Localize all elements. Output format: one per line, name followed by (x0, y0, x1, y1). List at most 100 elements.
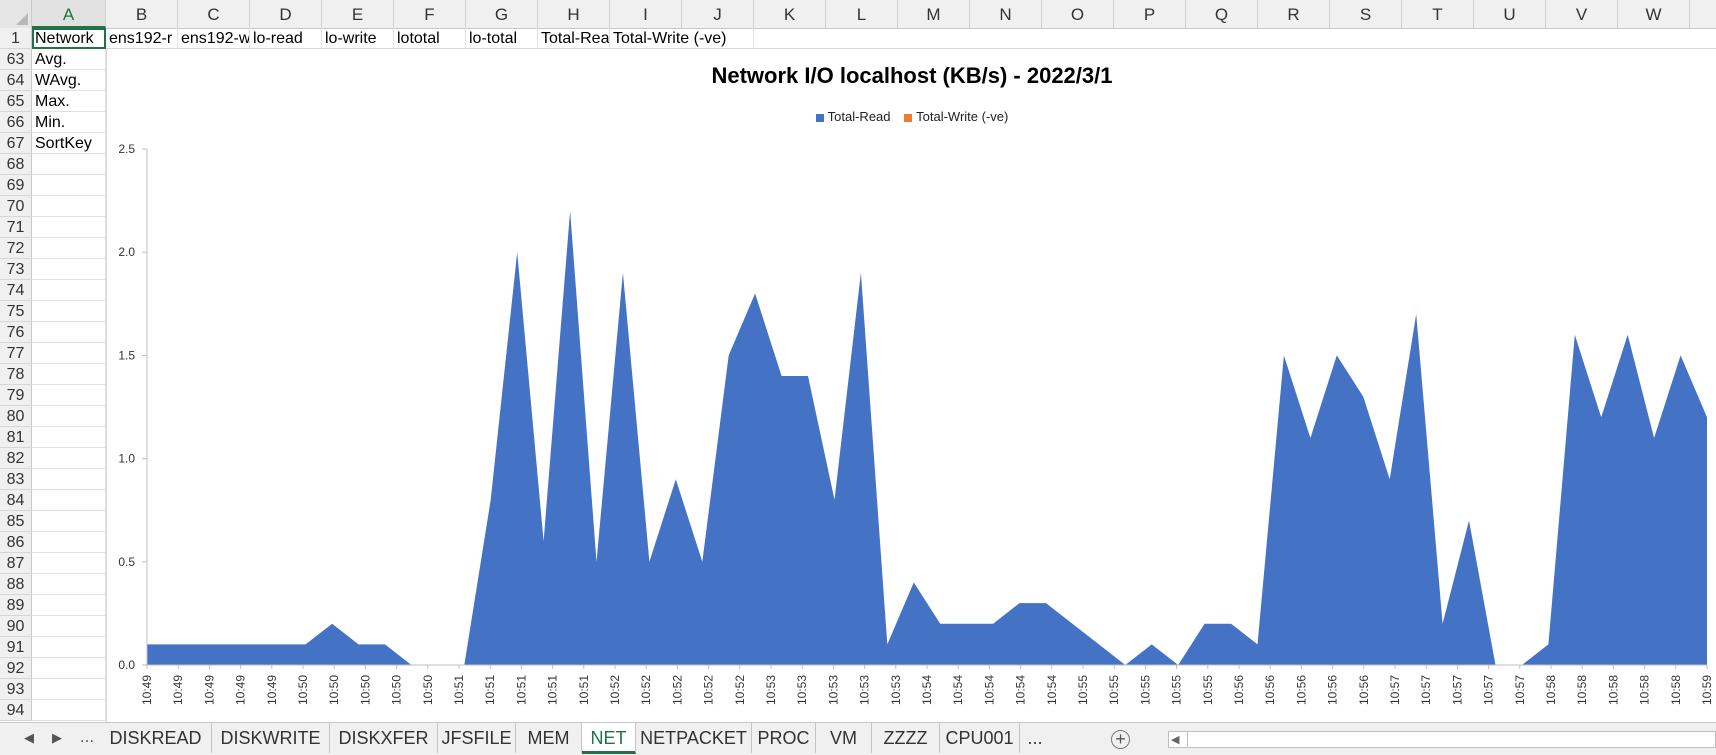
sheet-tab-cpu001[interactable]: CPU001 (940, 723, 1020, 753)
cell-a68[interactable] (32, 154, 106, 175)
cell-i1[interactable]: Total-Write (-ve) (610, 28, 754, 49)
cell-a86[interactable] (32, 532, 106, 553)
row-header-88[interactable]: 88 (0, 574, 32, 595)
column-header-m[interactable]: M (898, 0, 970, 28)
cell-a76[interactable] (32, 322, 106, 343)
row-header-81[interactable]: 81 (0, 427, 32, 448)
sheet-tab-zzzz[interactable]: ZZZZ (872, 723, 940, 753)
scroll-left-arrow-icon[interactable]: ◀ (1171, 733, 1179, 746)
row-header-91[interactable]: 91 (0, 637, 32, 658)
cell-a94[interactable] (32, 700, 106, 721)
cell-a80[interactable] (32, 406, 106, 427)
row-header-83[interactable]: 83 (0, 469, 32, 490)
cell-f1[interactable]: lototal (394, 28, 466, 49)
row-header-73[interactable]: 73 (0, 259, 32, 280)
cell-a88[interactable] (32, 574, 106, 595)
cell-a79[interactable] (32, 385, 106, 406)
cell-a66[interactable]: Min. (32, 112, 106, 133)
cell-a91[interactable] (32, 637, 106, 658)
column-header-a[interactable]: A (32, 0, 106, 28)
row-header-94[interactable]: 94 (0, 700, 32, 721)
cell-a75[interactable] (32, 301, 106, 322)
column-header-w[interactable]: W (1618, 0, 1690, 28)
sheet-tab-proc[interactable]: PROC (752, 723, 816, 753)
column-header-b[interactable]: B (106, 0, 178, 28)
sheet-tab-mem[interactable]: MEM (516, 723, 582, 753)
column-header-v[interactable]: V (1546, 0, 1618, 28)
column-header-e[interactable]: E (322, 0, 394, 28)
cell-a78[interactable] (32, 364, 106, 385)
scroll-tabs-right-button[interactable]: ▶ (48, 730, 66, 746)
cell-c1[interactable]: ens192-w (178, 28, 250, 49)
cell-a64[interactable]: WAvg. (32, 70, 106, 91)
column-header-l[interactable]: L (826, 0, 898, 28)
column-header-p[interactable]: P (1114, 0, 1186, 28)
column-header-h[interactable]: H (538, 0, 610, 28)
cell-a82[interactable] (32, 448, 106, 469)
row-header-74[interactable]: 74 (0, 280, 32, 301)
row-header-72[interactable]: 72 (0, 238, 32, 259)
row-header-77[interactable]: 77 (0, 343, 32, 364)
sheet-tab-diskread[interactable]: DISKREAD (100, 723, 212, 753)
row-header-63[interactable]: 63 (0, 49, 32, 70)
column-header-c[interactable]: C (178, 0, 250, 28)
column-header-g[interactable]: G (466, 0, 538, 28)
cell-a67[interactable]: SortKey (32, 133, 106, 154)
row-header-86[interactable]: 86 (0, 532, 32, 553)
cell-a84[interactable] (32, 490, 106, 511)
column-header-s[interactable]: S (1330, 0, 1402, 28)
column-header-r[interactable]: R (1258, 0, 1330, 28)
cell-a85[interactable] (32, 511, 106, 532)
sheet-tab-netpacket[interactable]: NETPACKET (636, 723, 752, 753)
sheet-tab-diskwrite[interactable]: DISKWRITE (212, 723, 330, 753)
column-header-n[interactable]: N (970, 0, 1042, 28)
row-header-92[interactable]: 92 (0, 658, 32, 679)
cell-a72[interactable] (32, 238, 106, 259)
row-header-76[interactable]: 76 (0, 322, 32, 343)
row-header-64[interactable]: 64 (0, 70, 32, 91)
more-tabs-button[interactable]: ... (1020, 723, 1050, 753)
row-header-68[interactable]: 68 (0, 154, 32, 175)
row-header-89[interactable]: 89 (0, 595, 32, 616)
row-header-70[interactable]: 70 (0, 196, 32, 217)
more-tabs-left-button[interactable]: ... (78, 727, 96, 747)
row-header-71[interactable]: 71 (0, 217, 32, 238)
scroll-tabs-left-button[interactable]: ◀ (20, 730, 38, 746)
sheet-tab-jfsfile[interactable]: JFSFILE (438, 723, 516, 753)
cell-e1[interactable]: lo-write (322, 28, 394, 49)
column-header-t[interactable]: T (1402, 0, 1474, 28)
cell-b1[interactable]: ens192-r (106, 28, 178, 49)
column-header-u[interactable]: U (1474, 0, 1546, 28)
horizontal-scrollbar[interactable]: ◀ (1168, 731, 1716, 748)
add-sheet-button[interactable]: + (1111, 730, 1130, 749)
cell-a73[interactable] (32, 259, 106, 280)
sheet-tab-net[interactable]: NET (582, 723, 636, 754)
sheet-tab-vm[interactable]: VM (816, 723, 872, 753)
row-header-67[interactable]: 67 (0, 133, 32, 154)
column-header-f[interactable]: F (394, 0, 466, 28)
cell-a87[interactable] (32, 553, 106, 574)
row-header-69[interactable]: 69 (0, 175, 32, 196)
row-header-65[interactable]: 65 (0, 91, 32, 112)
column-header-k[interactable]: K (754, 0, 826, 28)
column-header-d[interactable]: D (250, 0, 322, 28)
cell-a70[interactable] (32, 196, 106, 217)
cell-a83[interactable] (32, 469, 106, 490)
cell-a71[interactable] (32, 217, 106, 238)
row-header-85[interactable]: 85 (0, 511, 32, 532)
cell-a69[interactable] (32, 175, 106, 196)
row-header-84[interactable]: 84 (0, 490, 32, 511)
row-header-66[interactable]: 66 (0, 112, 32, 133)
cell-d1[interactable]: lo-read (250, 28, 322, 49)
cell-h1[interactable]: Total-Rea (538, 28, 610, 49)
column-header-q[interactable]: Q (1186, 0, 1258, 28)
cell-a74[interactable] (32, 280, 106, 301)
cell-a93[interactable] (32, 679, 106, 700)
network-io-chart[interactable]: 0.0 0.5 1.0 1.5 2.0 2.5 10:49 10:49 10:49 10:49 10… (106, 48, 1716, 723)
cell-a77[interactable] (32, 343, 106, 364)
column-header-j[interactable]: J (682, 0, 754, 28)
row-header-87[interactable]: 87 (0, 553, 32, 574)
column-header-o[interactable]: O (1042, 0, 1114, 28)
cell-a89[interactable] (32, 595, 106, 616)
row-header-1[interactable]: 1 (0, 28, 32, 49)
